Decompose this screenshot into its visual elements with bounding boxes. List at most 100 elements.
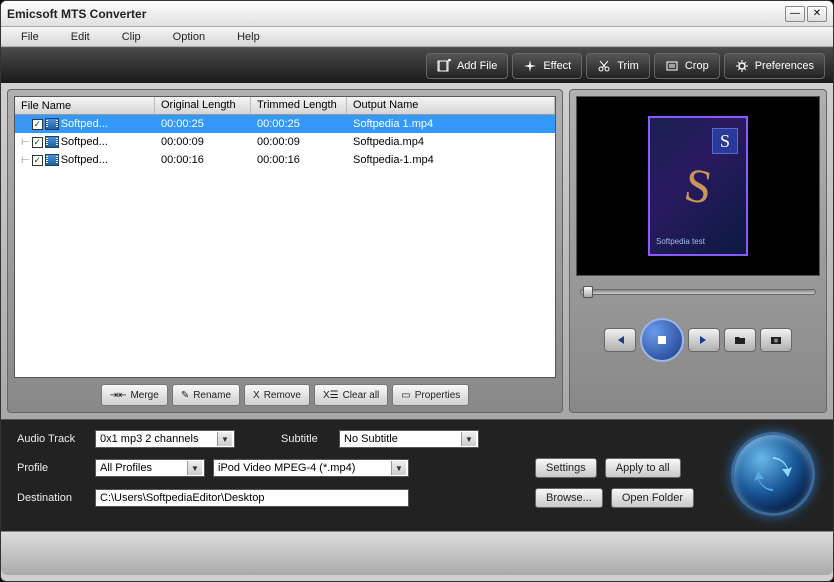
rename-button[interactable]: ✎Rename bbox=[172, 384, 240, 406]
pencil-icon: ✎ bbox=[181, 390, 189, 401]
snapshot-button[interactable] bbox=[760, 328, 792, 352]
x-icon: X bbox=[253, 390, 260, 401]
seek-slider[interactable] bbox=[580, 284, 816, 300]
row-checkbox[interactable]: ✓ bbox=[32, 119, 43, 130]
remove-button[interactable]: XRemove bbox=[244, 384, 310, 406]
cell-output-name: Softpedia 1.mp4 bbox=[347, 117, 555, 131]
menu-clip[interactable]: Clip bbox=[106, 29, 157, 45]
audio-track-combo[interactable]: 0x1 mp3 2 channels bbox=[95, 430, 235, 448]
minimize-button[interactable]: — bbox=[785, 6, 805, 22]
cell-original-length: 00:00:25 bbox=[155, 117, 251, 131]
toolbar: Add File Effect Trim Crop Preferences bbox=[1, 47, 833, 83]
prev-button[interactable] bbox=[604, 328, 636, 352]
menubar: File Edit Clip Option Help bbox=[1, 27, 833, 47]
list-header: File Name Original Length Trimmed Length… bbox=[15, 97, 555, 115]
table-row[interactable]: ⊢✓Softped...00:00:2500:00:25Softpedia 1.… bbox=[15, 115, 555, 133]
next-button[interactable] bbox=[688, 328, 720, 352]
cell-trimmed-length: 00:00:25 bbox=[251, 117, 347, 131]
player-controls bbox=[576, 312, 820, 368]
trim-label: Trim bbox=[617, 60, 639, 72]
cell-filename: ⊢✓Softped... bbox=[15, 153, 155, 167]
close-button[interactable]: ✕ bbox=[807, 6, 827, 22]
cell-filename: ⊢✓Softped... bbox=[15, 135, 155, 149]
open-button[interactable] bbox=[724, 328, 756, 352]
gear-icon bbox=[735, 59, 749, 73]
preview-swirl-icon: S bbox=[680, 157, 716, 216]
effect-label: Effect bbox=[543, 60, 571, 72]
menu-help[interactable]: Help bbox=[221, 29, 276, 45]
titlebar: Emicsoft MTS Converter — ✕ bbox=[1, 1, 833, 27]
subtitle-combo[interactable]: No Subtitle bbox=[339, 430, 479, 448]
effect-button[interactable]: Effect bbox=[512, 53, 582, 79]
clear-icon: X☰ bbox=[323, 390, 339, 401]
app-window: Emicsoft MTS Converter — ✕ File Edit Cli… bbox=[0, 0, 834, 582]
cell-output-name: Softpedia-1.mp4 bbox=[347, 153, 555, 167]
row-checkbox[interactable]: ✓ bbox=[32, 155, 43, 166]
menu-file[interactable]: File bbox=[5, 29, 55, 45]
seek-thumb[interactable] bbox=[583, 286, 593, 298]
cell-trimmed-length: 00:00:16 bbox=[251, 153, 347, 167]
properties-button[interactable]: ▭Properties bbox=[392, 384, 469, 406]
properties-icon: ▭ bbox=[401, 390, 410, 401]
preferences-label: Preferences bbox=[755, 60, 814, 72]
col-header-output-name[interactable]: Output Name bbox=[347, 97, 555, 114]
file-list-panel: File Name Original Length Trimmed Length… bbox=[7, 89, 563, 413]
subtitle-label: Subtitle bbox=[281, 433, 331, 445]
cell-original-length: 00:00:09 bbox=[155, 135, 251, 149]
scissors-icon bbox=[597, 59, 611, 73]
preview-screen: S S Softpedia test bbox=[576, 96, 820, 276]
trim-button[interactable]: Trim bbox=[586, 53, 650, 79]
table-row[interactable]: ⊢✓Softped...00:00:0900:00:09Softpedia.mp… bbox=[15, 133, 555, 151]
cell-filename: ⊢✓Softped... bbox=[15, 117, 155, 131]
browse-button[interactable]: Browse... bbox=[535, 488, 603, 508]
crop-label: Crop bbox=[685, 60, 709, 72]
clear-all-button[interactable]: X☰Clear all bbox=[314, 384, 388, 406]
list-actions: ⇥⇤Merge ✎Rename XRemove X☰Clear all ▭Pro… bbox=[14, 384, 556, 406]
add-file-button[interactable]: Add File bbox=[426, 53, 508, 79]
video-file-icon bbox=[45, 154, 59, 166]
convert-arrows-icon bbox=[754, 455, 792, 493]
crop-icon bbox=[665, 59, 679, 73]
cell-output-name: Softpedia.mp4 bbox=[347, 135, 555, 149]
destination-input[interactable]: C:\Users\SoftpediaEditor\Desktop bbox=[95, 489, 409, 507]
video-file-icon bbox=[45, 136, 59, 148]
file-list[interactable]: File Name Original Length Trimmed Length… bbox=[14, 96, 556, 378]
col-header-original-length[interactable]: Original Length bbox=[155, 97, 251, 114]
tree-branch-icon: ⊢ bbox=[21, 119, 30, 130]
menu-option[interactable]: Option bbox=[157, 29, 221, 45]
crop-button[interactable]: Crop bbox=[654, 53, 720, 79]
preview-thumb-label: Softpedia test bbox=[656, 237, 705, 246]
row-checkbox[interactable]: ✓ bbox=[32, 137, 43, 148]
cell-original-length: 00:00:16 bbox=[155, 153, 251, 167]
bottom-settings: Audio Track 0x1 mp3 2 channels Subtitle … bbox=[1, 419, 833, 531]
stop-button[interactable] bbox=[640, 318, 684, 362]
col-header-trimmed-length[interactable]: Trimmed Length bbox=[251, 97, 347, 114]
window-title: Emicsoft MTS Converter bbox=[7, 7, 785, 21]
profile-format-combo[interactable]: iPod Video MPEG-4 (*.mp4) bbox=[213, 459, 409, 477]
sparkle-icon bbox=[523, 59, 537, 73]
preferences-button[interactable]: Preferences bbox=[724, 53, 825, 79]
table-row[interactable]: ⊢✓Softped...00:00:1600:00:16Softpedia-1.… bbox=[15, 151, 555, 169]
convert-button[interactable] bbox=[731, 432, 815, 516]
preview-panel: S S Softpedia test bbox=[569, 89, 827, 413]
preview-thumbnail: S S Softpedia test bbox=[648, 116, 748, 256]
apply-to-all-button[interactable]: Apply to all bbox=[605, 458, 681, 478]
preview-logo-icon: S bbox=[712, 128, 738, 154]
tree-branch-icon: ⊢ bbox=[21, 137, 30, 148]
main-area: File Name Original Length Trimmed Length… bbox=[1, 83, 833, 419]
menu-edit[interactable]: Edit bbox=[55, 29, 106, 45]
destination-label: Destination bbox=[17, 492, 87, 504]
statusbar bbox=[1, 531, 833, 575]
settings-button[interactable]: Settings bbox=[535, 458, 597, 478]
col-header-filename[interactable]: File Name bbox=[15, 97, 155, 114]
tree-branch-icon: ⊢ bbox=[21, 155, 30, 166]
merge-icon: ⇥⇤ bbox=[110, 390, 127, 401]
film-add-icon bbox=[437, 59, 451, 73]
profile-label: Profile bbox=[17, 462, 87, 474]
profile-group-combo[interactable]: All Profiles bbox=[95, 459, 205, 477]
open-folder-button[interactable]: Open Folder bbox=[611, 488, 694, 508]
cell-trimmed-length: 00:00:09 bbox=[251, 135, 347, 149]
merge-button[interactable]: ⇥⇤Merge bbox=[101, 384, 168, 406]
add-file-label: Add File bbox=[457, 60, 497, 72]
audio-track-label: Audio Track bbox=[17, 433, 87, 445]
